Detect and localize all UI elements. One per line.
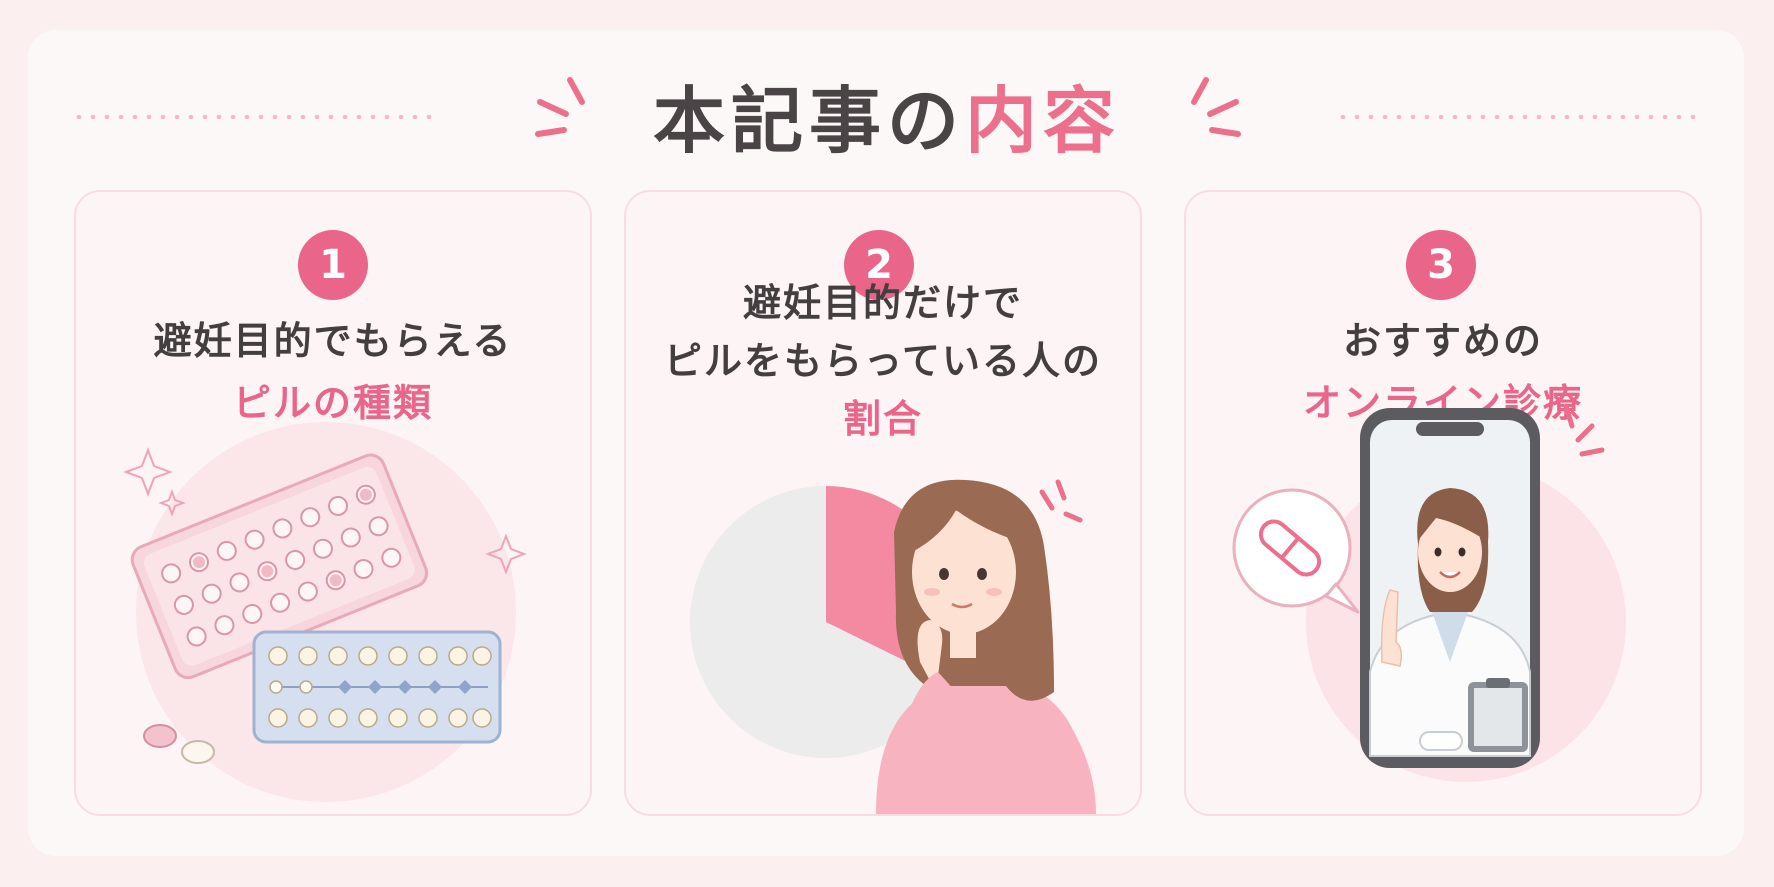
title-main: 本記事の bbox=[652, 79, 965, 163]
pill-packs-illustration bbox=[123, 422, 527, 802]
card-1: 1 避妊目的でもらえる ピルの種類 bbox=[74, 190, 592, 816]
pie-and-thinking-woman-illustration bbox=[690, 479, 1096, 814]
card-3: 3 おすすめの オンライン診療 bbox=[1184, 190, 1702, 816]
card-2: 2 避妊目的だけで ピルをもらっている人の 割合 bbox=[624, 190, 1142, 816]
page-title: 本記事の内容 bbox=[0, 62, 1774, 167]
doctor-on-smartphone-illustration bbox=[1232, 403, 1626, 782]
title-accent: 内容 bbox=[965, 79, 1122, 163]
